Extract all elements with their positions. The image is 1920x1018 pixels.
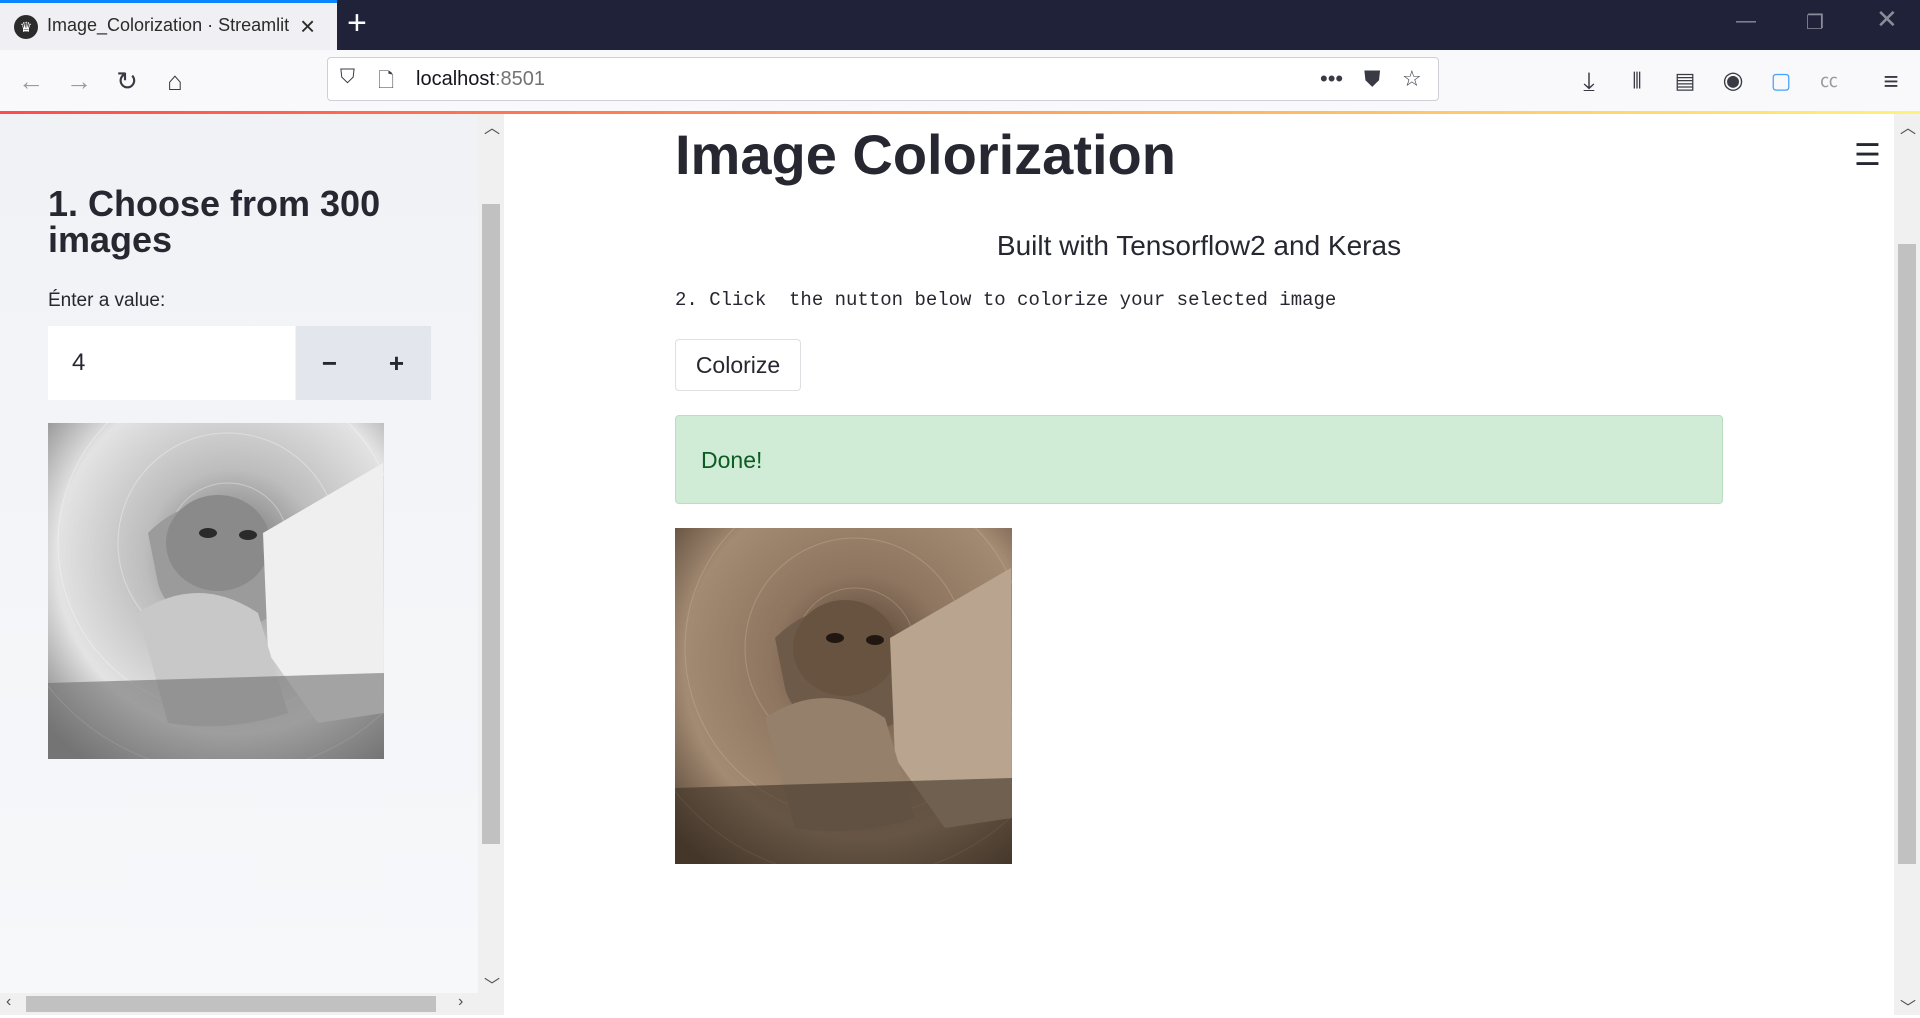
extension-icon[interactable]: ▢ [1764,64,1798,98]
sidebar-heading: 1. Choose from 300 images [48,183,381,260]
forward-icon[interactable]: → [62,64,96,98]
url-host: localhost [416,68,495,90]
reload-icon[interactable]: ↻ [110,64,144,98]
sidebar-scroll-thumb[interactable] [482,204,500,844]
number-input-label: Énter a value: [48,290,166,311]
sidebar-vertical-scrollbar[interactable]: ︿ ﹀ [478,114,504,1015]
main-vertical-scrollbar[interactable]: ︿ ﹀ [1894,114,1920,1018]
scroll-down-icon[interactable]: ﹀ [484,972,500,996]
scroll-left-icon[interactable]: ‹ [6,993,11,1011]
sidebar-horizontal-scrollbar[interactable]: ‹ › [0,993,478,1015]
page-subtitle: Built with Tensorflow2 and Keras [996,230,1402,261]
restore-icon[interactable]: ❐ [1806,10,1824,35]
more-icon[interactable]: ••• [1320,66,1343,92]
caption-icon[interactable]: ㏄ [1812,64,1846,98]
page-title: Image Colorization [675,123,1176,186]
colorize-button[interactable]: Colorize [675,339,801,391]
instruction-text: 2. Click the nutton below to colorize yo… [675,289,1337,311]
success-alert: Done! [675,415,1723,504]
star-icon[interactable]: ☆ [1402,66,1422,92]
home-icon[interactable]: ⌂ [158,64,192,98]
browser-tab-bar: ♛ Image_Colorization · Streamlit × + — ❐… [0,0,1920,50]
increment-button[interactable]: + [363,326,430,400]
url-port: :8501 [494,68,545,90]
browser-nav-bar: ← → ↻ ⌂ ⛉ 🗋 localhost:8501 ••• ⛊ ☆ ⤓ ⫴ ▤… [0,50,1920,112]
decrement-button[interactable]: − [296,326,363,400]
colorized-output-image [675,528,1012,864]
download-icon[interactable]: ⤓ [1572,64,1606,98]
pocket-icon[interactable]: ⛊ [1364,66,1381,92]
hamburger-icon[interactable]: ☰ [1854,138,1881,173]
main-scroll-up-icon[interactable]: ︿ [1900,114,1916,138]
url-bar[interactable]: ⛉ 🗋 localhost:8501 ••• ⛊ ☆ [327,57,1439,101]
back-icon[interactable]: ← [14,64,48,98]
sidebar-hscroll-thumb[interactable] [26,996,436,1012]
url-text: localhost:8501 [416,68,545,91]
main-scroll-down-icon[interactable]: ﹀ [1900,994,1916,1018]
minimize-icon[interactable]: — [1736,10,1756,33]
app-menu-icon[interactable]: ≡ [1874,64,1908,98]
library-icon[interactable]: ⫴ [1620,64,1654,98]
tab-title: Image_Colorization · Streamlit [47,15,290,35]
browser-tab[interactable]: ♛ Image_Colorization · Streamlit × [0,0,337,50]
new-tab-plus-icon[interactable]: + [347,4,367,43]
scroll-up-icon[interactable]: ︿ [484,114,500,138]
main-scroll-thumb[interactable] [1898,244,1916,864]
close-tab-icon[interactable]: × [300,11,315,41]
grayscale-input-image [48,423,384,759]
image-index-input[interactable]: 4 [48,326,295,400]
streamlit-favicon-icon: ♛ [14,15,38,39]
sidebar-icon[interactable]: ▤ [1668,64,1702,98]
scroll-right-icon[interactable]: › [458,993,463,1011]
account-icon[interactable]: ◉ [1716,64,1750,98]
success-message: Done! [701,447,763,473]
shield-icon[interactable]: ⛉ [340,66,355,89]
number-stepper: − + [296,326,431,400]
page-icon: 🗋 [378,70,395,92]
window-close-icon[interactable]: ✕ [1876,4,1898,35]
